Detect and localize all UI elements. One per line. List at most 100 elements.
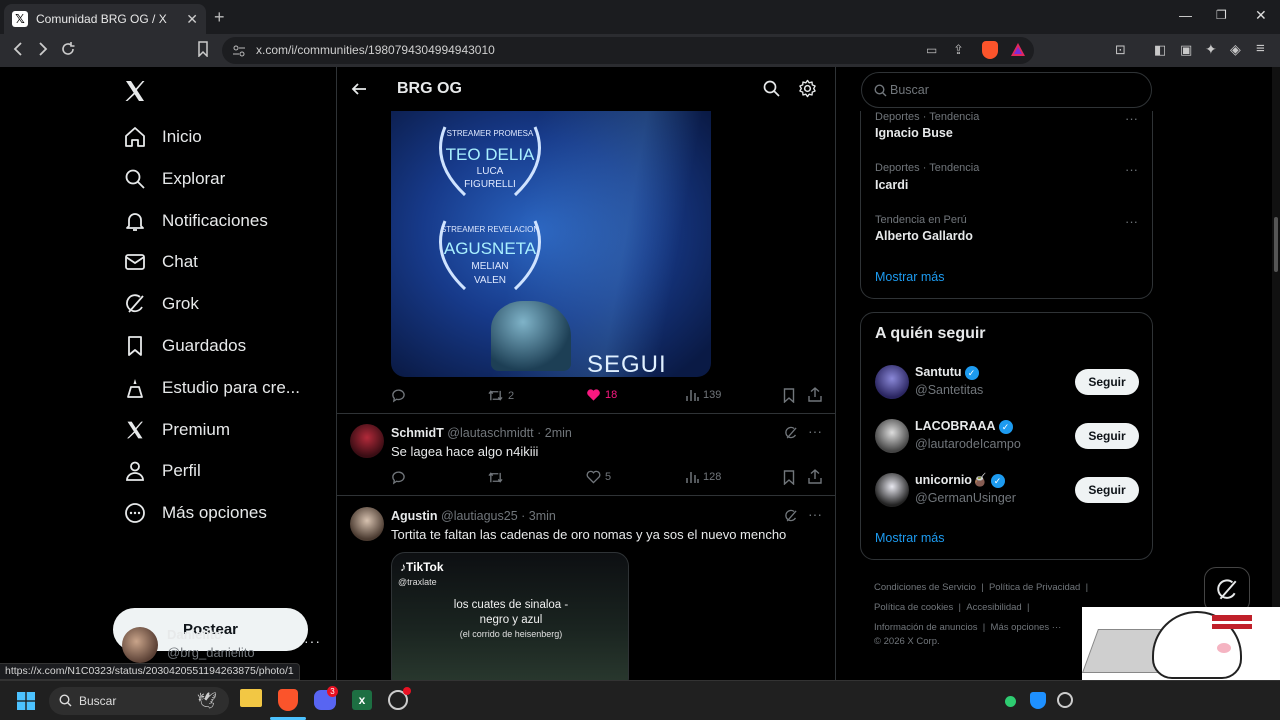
- nav-item-guardados[interactable]: Guardados: [122, 326, 246, 366]
- leo-ai-icon[interactable]: ✦: [1205, 41, 1217, 58]
- trend-more-icon[interactable]: ···: [1125, 162, 1138, 177]
- nav-item-estudio[interactable]: Estudio para cre...: [122, 368, 300, 408]
- like-button[interactable]: 18: [586, 388, 617, 402]
- menu-icon[interactable]: ≡: [1256, 40, 1265, 57]
- nav-item-premium[interactable]: Premium: [122, 410, 230, 450]
- address-bar[interactable]: x.com/i/communities/1980794304994943010 …: [222, 37, 1034, 64]
- close-window-button[interactable]: ✕: [1255, 7, 1267, 24]
- reload-icon[interactable]: [60, 41, 76, 57]
- tray-status-icon[interactable]: [1005, 696, 1016, 707]
- like-button[interactable]: 5: [586, 470, 611, 484]
- user-handle[interactable]: @GermanUsinger: [915, 491, 1016, 505]
- footer-link[interactable]: Más opciones ···: [991, 622, 1062, 633]
- nav-item-mas-opciones[interactable]: Más opciones: [122, 493, 267, 533]
- nav-item-chat[interactable]: Chat: [122, 242, 198, 282]
- author-handle[interactable]: @lautiagus25: [441, 509, 518, 523]
- trend-name[interactable]: Ignacio Buse: [875, 126, 953, 140]
- vpn-icon[interactable]: ◈: [1230, 41, 1241, 58]
- x-logo-icon[interactable]: [123, 79, 147, 103]
- retweet-button[interactable]: 2: [487, 388, 514, 403]
- avatar[interactable]: [875, 419, 909, 453]
- user-name[interactable]: Santutu ✓: [915, 365, 979, 380]
- views-button[interactable]: 139: [685, 388, 721, 402]
- new-tab-button[interactable]: +: [214, 7, 225, 28]
- bookmark-icon[interactable]: [783, 388, 795, 403]
- sidebar-toggle-icon[interactable]: ◧: [1154, 42, 1166, 58]
- footer-link[interactable]: Accesibilidad: [966, 602, 1021, 613]
- account-more-icon[interactable]: ···: [304, 633, 321, 649]
- footer-link[interactable]: Política de Privacidad: [989, 582, 1080, 593]
- user-name[interactable]: unicornio🧉 ✓: [915, 473, 1005, 488]
- site-info-icon[interactable]: [232, 44, 246, 58]
- nav-item-grok[interactable]: Grok: [122, 284, 199, 324]
- post-more-icon[interactable]: ···: [808, 506, 822, 522]
- back-icon[interactable]: [12, 41, 24, 57]
- trend-name[interactable]: Alberto Gallardo: [875, 229, 973, 243]
- post-time[interactable]: · 2min: [537, 426, 572, 440]
- views-button[interactable]: 128: [685, 470, 721, 484]
- footer-link[interactable]: Condiciones de Servicio: [874, 582, 976, 593]
- post-time[interactable]: · 3min: [521, 509, 556, 523]
- grok-icon[interactable]: [784, 426, 798, 440]
- tray-app-icon[interactable]: [1057, 692, 1073, 708]
- share-icon[interactable]: ⇪: [953, 42, 964, 58]
- brave-shields-icon[interactable]: [982, 41, 998, 59]
- share-icon[interactable]: [808, 387, 822, 402]
- file-explorer-icon[interactable]: [240, 689, 262, 707]
- user-name[interactable]: LACOBRAAA ✓: [915, 419, 1013, 434]
- back-arrow-icon[interactable]: [351, 81, 367, 97]
- scrollbar-thumb[interactable]: [1274, 217, 1278, 272]
- scrollbar[interactable]: [1272, 67, 1280, 680]
- follow-button[interactable]: Seguir: [1075, 477, 1139, 503]
- avatar[interactable]: [875, 365, 909, 399]
- show-more-link[interactable]: Mostrar más: [875, 531, 944, 545]
- nav-item-inicio[interactable]: Inicio: [122, 117, 202, 157]
- user-handle[interactable]: @Santetitas: [915, 383, 983, 397]
- follow-button[interactable]: Seguir: [1075, 423, 1139, 449]
- avatar[interactable]: [350, 424, 384, 458]
- author-handle[interactable]: @lautaschmidtt: [447, 426, 533, 440]
- forward-icon[interactable]: [37, 41, 49, 57]
- account-switcher[interactable]: Danielito @brg_danielito ···: [122, 627, 322, 667]
- brave-rewards-icon[interactable]: [1010, 42, 1026, 57]
- reply-button[interactable]: [391, 388, 406, 403]
- embedded-video[interactable]: ♪TikTok @traxlate los cuates de sinaloa …: [391, 552, 629, 680]
- wallet-icon[interactable]: ▣: [1180, 42, 1192, 58]
- retweet-button[interactable]: [487, 470, 504, 485]
- settings-gear-icon[interactable]: [798, 79, 817, 98]
- trend-more-icon[interactable]: ···: [1125, 111, 1138, 126]
- nav-item-perfil[interactable]: Perfil: [122, 451, 201, 491]
- author-name[interactable]: SchmidT: [391, 426, 444, 440]
- reader-mode-icon[interactable]: ⊡: [1115, 42, 1126, 58]
- close-tab-icon[interactable]: ✕: [186, 11, 198, 28]
- follow-button[interactable]: Seguir: [1075, 369, 1139, 395]
- cast-icon[interactable]: ▭: [926, 43, 937, 57]
- brave-browser-icon[interactable]: [278, 689, 298, 711]
- minimize-button[interactable]: —: [1179, 8, 1192, 23]
- share-icon[interactable]: [808, 469, 822, 484]
- bookmark-icon[interactable]: [783, 470, 795, 485]
- taskbar-search[interactable]: Buscar 🕊: [49, 687, 229, 715]
- browser-tab[interactable]: 𝕏 Comunidad BRG OG / X ✕: [4, 4, 206, 34]
- user-handle[interactable]: @lautarodeIcampo: [915, 437, 1021, 451]
- search-icon[interactable]: [763, 80, 780, 97]
- avatar[interactable]: [350, 507, 384, 541]
- trend-more-icon[interactable]: ···: [1125, 214, 1138, 229]
- windows-start-icon[interactable]: [17, 692, 35, 710]
- footer-link[interactable]: Política de cookies: [874, 602, 953, 613]
- excel-icon[interactable]: x: [352, 690, 372, 710]
- trend-name[interactable]: Icardi: [875, 178, 908, 192]
- maximize-button[interactable]: ❐: [1216, 8, 1227, 22]
- bookmark-page-icon[interactable]: [197, 41, 209, 57]
- avatar[interactable]: [875, 473, 909, 507]
- show-more-link[interactable]: Mostrar más: [875, 270, 944, 284]
- author-name[interactable]: Agustin: [391, 509, 438, 523]
- nav-item-explorar[interactable]: Explorar: [122, 159, 225, 199]
- tray-shield-icon[interactable]: [1030, 692, 1046, 709]
- grok-icon[interactable]: [784, 509, 798, 523]
- post-more-icon[interactable]: ···: [808, 423, 822, 439]
- post-media-image[interactable]: STREAMER PROMESA TEO DELIA LUCA FIGURELL…: [391, 111, 711, 377]
- nav-item-notificaciones[interactable]: Notificaciones: [122, 201, 268, 241]
- search-input[interactable]: Buscar: [861, 72, 1152, 108]
- reply-button[interactable]: [391, 470, 406, 485]
